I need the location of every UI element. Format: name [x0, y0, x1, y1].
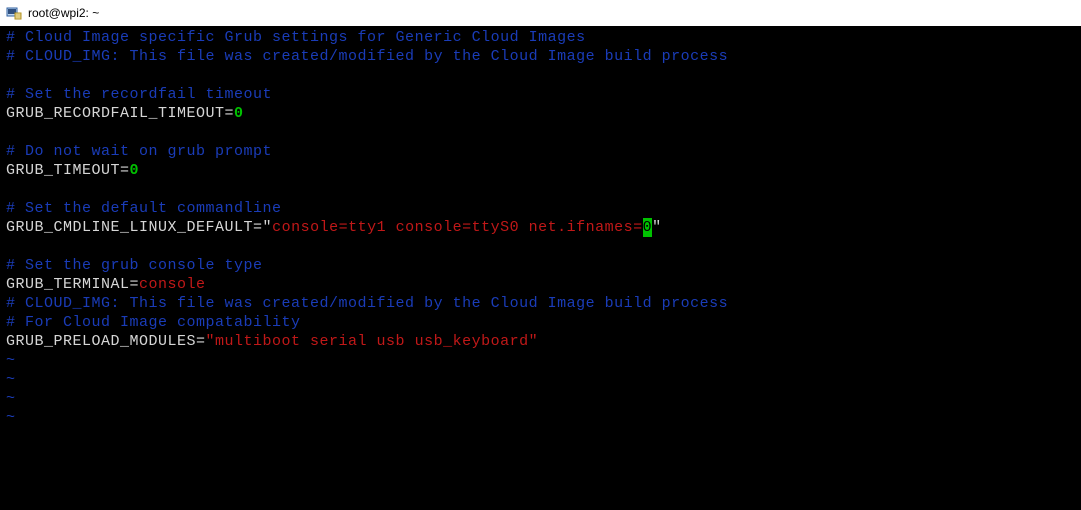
comment-line: # CLOUD_IMG: This file was created/modif… — [6, 295, 728, 312]
config-key: GRUB_TERMINAL= — [6, 276, 139, 293]
config-key: GRUB_CMDLINE_LINUX_DEFAULT= — [6, 219, 263, 236]
window-title: root@wpi2: ~ — [28, 6, 99, 20]
comment-line: # CLOUD_IMG: This file was created/modif… — [6, 48, 728, 65]
comment-line: # Set the recordfail timeout — [6, 86, 272, 103]
comment-line: # Cloud Image specific Grub settings for… — [6, 29, 586, 46]
config-key: GRUB_PRELOAD_MODULES= — [6, 333, 206, 350]
config-key: GRUB_RECORDFAIL_TIMEOUT= — [6, 105, 234, 122]
terminal-viewport[interactable]: # Cloud Image specific Grub settings for… — [0, 26, 1081, 510]
vi-tilde: ~ — [6, 409, 16, 426]
comment-line: # Set the grub console type — [6, 257, 263, 274]
window-titlebar[interactable]: root@wpi2: ~ — [0, 0, 1081, 26]
config-string: "multiboot serial usb usb_keyboard" — [206, 333, 539, 350]
quote: " — [263, 219, 273, 236]
vi-tilde: ~ — [6, 352, 16, 369]
config-value: 0 — [234, 105, 244, 122]
config-value: 0 — [130, 162, 140, 179]
vi-tilde: ~ — [6, 371, 16, 388]
putty-icon — [6, 5, 22, 21]
config-value: console — [139, 276, 206, 293]
comment-line: # Do not wait on grub prompt — [6, 143, 272, 160]
quote: " — [652, 219, 662, 236]
config-string: console=tty1 console=ttyS0 net.ifnames= — [272, 219, 643, 236]
vi-tilde: ~ — [6, 390, 16, 407]
comment-line: # For Cloud Image compatability — [6, 314, 301, 331]
config-key: GRUB_TIMEOUT= — [6, 162, 130, 179]
comment-line: # Set the default commandline — [6, 200, 282, 217]
cursor: 0 — [643, 218, 653, 237]
